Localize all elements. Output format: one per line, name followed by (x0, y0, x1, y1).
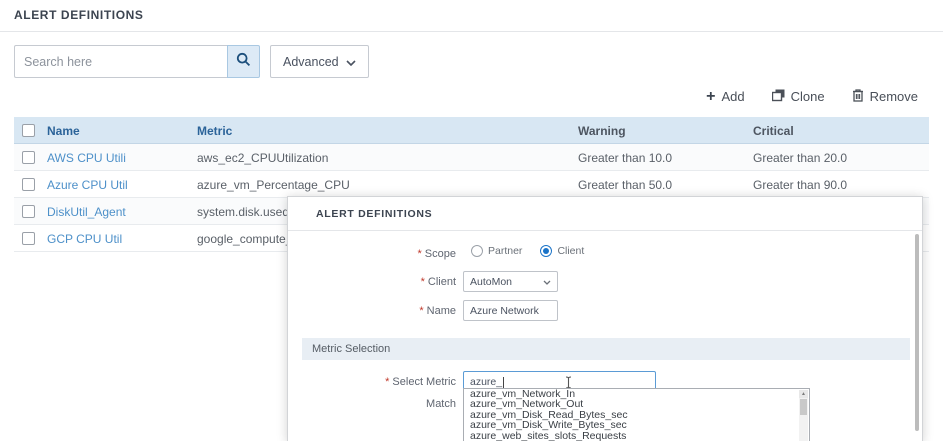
column-header-critical: Critical (753, 123, 794, 138)
alert-definition-modal: ALERT DEFINITIONS * Scope Partner Client … (287, 196, 923, 441)
row-checkbox[interactable] (22, 151, 35, 164)
metric-value: azure_vm_Percentage_CPU (197, 177, 350, 192)
scroll-up-icon[interactable]: ▲ (799, 390, 808, 398)
match-label: Match (426, 398, 456, 410)
metric-value: aws_ec2_CPUUtilization (197, 150, 329, 165)
search-input[interactable] (14, 45, 227, 78)
clone-icon (771, 89, 785, 105)
dropdown-scrollbar[interactable]: ▲ (799, 390, 808, 441)
add-button[interactable]: + Add (706, 88, 745, 105)
alert-name-link[interactable]: DiskUtil_Agent (47, 198, 126, 225)
remove-label: Remove (869, 89, 918, 104)
modal-title-divider (288, 230, 922, 231)
column-header-metric[interactable]: Metric (197, 117, 232, 144)
partner-label: Partner (488, 245, 523, 257)
table-row: AWS CPU Utili aws_ec2_CPUUtilization Gre… (14, 144, 929, 171)
client-label: * Client (420, 276, 456, 288)
radio-selected-icon (540, 245, 553, 257)
client-label: Client (557, 245, 585, 257)
select-metric-value: azure_ (470, 376, 503, 388)
select-metric-label: * Select Metric (385, 376, 456, 388)
table-row: Azure CPU Util azure_vm_Percentage_CPU G… (14, 171, 929, 198)
search-bar (14, 45, 260, 78)
client-select[interactable]: AutoMon (463, 271, 558, 292)
name-input-value: Azure Network (470, 304, 539, 317)
scope-label: * Scope (417, 248, 456, 260)
scope-option-client[interactable]: Client (540, 245, 584, 257)
table-header-row: Name Metric Warning Critical (14, 117, 929, 144)
text-caret (503, 376, 505, 388)
suggestion-item[interactable]: azure_vm_Disk_Write_Bytes_sec (464, 420, 809, 431)
plus-icon: + (706, 88, 716, 105)
client-select-value: AutoMon (470, 275, 513, 288)
advanced-dropdown-button[interactable]: Advanced (270, 45, 369, 78)
page-title: ALERT DEFINITIONS (14, 8, 144, 22)
alert-name-link[interactable]: GCP CPU Util (47, 225, 122, 252)
scope-option-partner[interactable]: Partner (471, 245, 522, 257)
clone-button[interactable]: Clone (771, 89, 825, 105)
column-header-warning: Warning (578, 123, 626, 138)
clone-label: Clone (790, 89, 825, 104)
trash-icon (852, 88, 864, 105)
warning-threshold: Greater than 50.0 (578, 177, 673, 192)
chevron-down-icon (346, 55, 356, 69)
column-header-name[interactable]: Name (47, 117, 80, 144)
row-checkbox[interactable] (22, 232, 35, 245)
critical-threshold: Greater than 20.0 (753, 150, 848, 165)
title-divider (0, 31, 943, 32)
radio-unselected-icon (471, 245, 483, 257)
advanced-label: Advanced (283, 54, 339, 69)
name-label: * Name (419, 305, 456, 317)
alert-definitions-page: ALERT DEFINITIONS Advanced + Add Clone (0, 0, 943, 441)
row-checkbox[interactable] (22, 205, 35, 218)
search-button[interactable] (227, 45, 260, 78)
search-icon (236, 52, 251, 72)
select-all-checkbox[interactable] (22, 124, 35, 137)
table-actions: + Add Clone Remove (706, 88, 918, 105)
modal-scrollbar[interactable] (915, 234, 919, 431)
chevron-down-icon (543, 276, 551, 288)
critical-threshold: Greater than 90.0 (753, 177, 848, 192)
row-checkbox[interactable] (22, 178, 35, 191)
remove-button[interactable]: Remove (852, 88, 918, 105)
metric-suggestions-dropdown: azure_vm_Network_In azure_vm_Network_Out… (463, 388, 810, 441)
scope-radio-group: Partner Client (471, 245, 584, 257)
modal-title: ALERT DEFINITIONS (316, 208, 433, 220)
scrollbar-thumb[interactable] (800, 399, 807, 415)
metric-selection-section-header: Metric Selection (302, 338, 910, 360)
alert-name-link[interactable]: Azure CPU Util (47, 171, 128, 198)
warning-threshold: Greater than 10.0 (578, 150, 673, 165)
add-label: Add (721, 89, 745, 104)
alert-name-link[interactable]: AWS CPU Utili (47, 144, 126, 171)
name-input[interactable]: Azure Network (463, 300, 558, 321)
